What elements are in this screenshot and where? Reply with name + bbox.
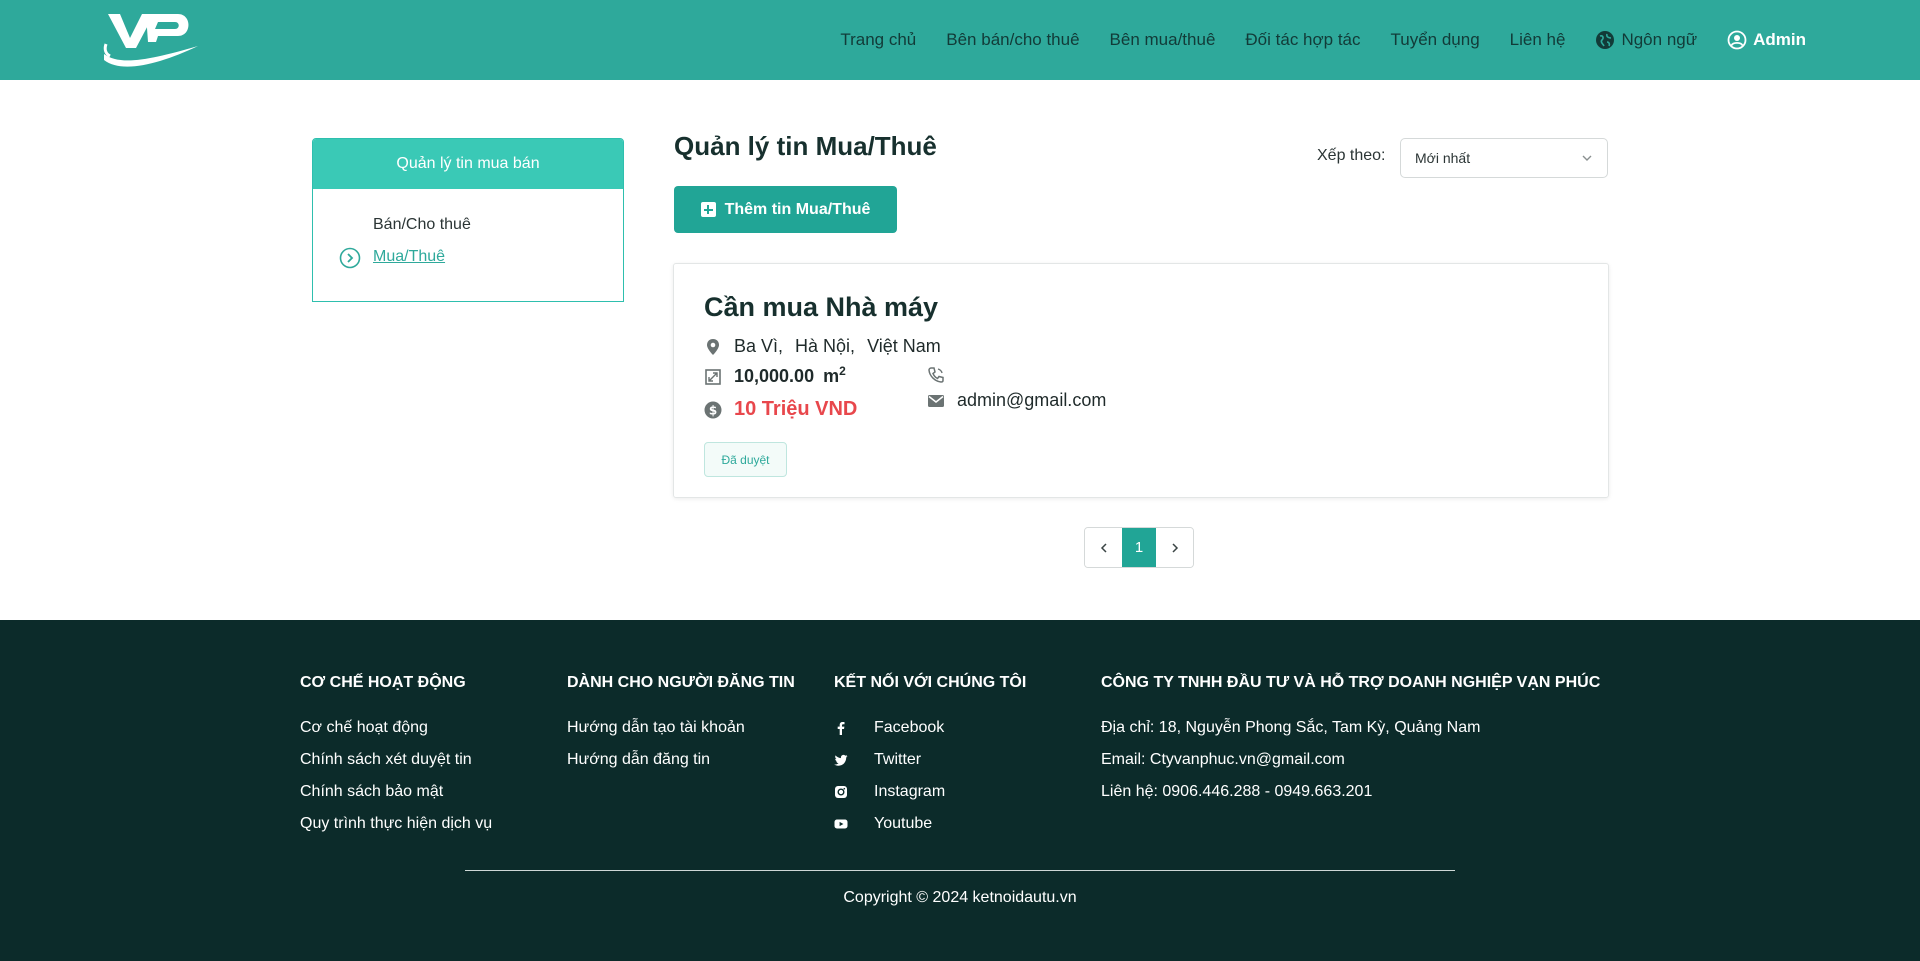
sidebar-title: Quản lý tin mua bán xyxy=(313,139,623,189)
nav-partners[interactable]: Đối tác hợp tác xyxy=(1245,30,1360,50)
add-listing-label: Thêm tin Mua/Thuê xyxy=(724,200,871,218)
email-value: admin@gmail.com xyxy=(957,390,1107,410)
footer-col-posters: DÀNH CHO NGƯỜI ĐĂNG TIN Hướng dẫn tạo tà… xyxy=(567,674,795,776)
area-icon xyxy=(704,368,722,386)
instagram-icon xyxy=(834,785,848,799)
add-listing-button[interactable]: Thêm tin Mua/Thuê xyxy=(674,186,897,233)
listing-card[interactable]: Cần mua Nhà máy Ba Vì, Hà Nội, Việt Nam … xyxy=(673,263,1609,498)
globe-icon xyxy=(1595,30,1615,50)
nav-contact[interactable]: Liên hệ xyxy=(1510,30,1566,50)
footer-heading: DÀNH CHO NGƯỜI ĐĂNG TIN xyxy=(567,674,795,691)
footer-divider xyxy=(465,870,1455,871)
listing-price: $ 10 Triệu VND xyxy=(704,398,857,421)
social-facebook[interactable]: Facebook xyxy=(834,712,1026,744)
status-badge: Đã duyệt xyxy=(704,442,787,477)
user-circle-icon xyxy=(1727,30,1747,50)
social-label: Youtube xyxy=(874,815,933,832)
footer-link[interactable]: Chính sách xét duyệt tin xyxy=(300,744,492,776)
user-menu[interactable]: Admin xyxy=(1727,30,1806,50)
company-phone: Liên hệ: 0906.446.288 - 0949.663.201 xyxy=(1101,783,1373,800)
user-name: Admin xyxy=(1753,30,1806,49)
footer-col-social: KẾT NỐI VỚI CHÚNG TÔI Facebook Twitter I… xyxy=(834,674,1026,840)
company-address: Địa chỉ: 18, Nguyễn Phong Sắc, Tam Kỳ, Q… xyxy=(1101,719,1481,736)
sidebar-item-buy-rent[interactable]: Mua/Thuê xyxy=(373,248,445,266)
social-label: Facebook xyxy=(874,719,945,736)
location-district: Ba Vì, xyxy=(734,336,784,356)
footer-heading: CƠ CHẾ HOẠT ĐỘNG xyxy=(300,674,466,691)
listing-location: Ba Vì, Hà Nội, Việt Nam xyxy=(704,336,941,357)
footer-col-company: CÔNG TY TNHH ĐẦU TƯ VÀ HỖ TRỢ DOANH NGHI… xyxy=(1101,674,1600,808)
area-value: 10,000.00 xyxy=(734,366,815,386)
copyright: Copyright © 2024 ketnoidautu.vn xyxy=(843,889,1077,906)
social-twitter[interactable]: Twitter xyxy=(834,744,1026,776)
chevron-circle-right-icon xyxy=(339,247,361,269)
dollar-circle-icon: $ xyxy=(704,401,722,419)
next-page-button[interactable] xyxy=(1156,528,1193,567)
nav-buyers[interactable]: Bên mua/thuê xyxy=(1110,30,1216,50)
price-value: 10 Triệu VND xyxy=(734,398,858,420)
chevron-down-icon xyxy=(1582,155,1592,161)
svg-text:$: $ xyxy=(709,403,717,417)
nav-sellers[interactable]: Bên bán/cho thuê xyxy=(946,30,1079,50)
area-unit: m xyxy=(823,366,840,386)
language-menu[interactable]: Ngôn ngữ xyxy=(1595,30,1697,50)
location-city: Hà Nội, xyxy=(795,336,856,356)
top-navbar: Trang chủ Bên bán/cho thuê Bên mua/thuê … xyxy=(0,0,1920,80)
page-title: Quản lý tin Mua/Thuê xyxy=(674,131,937,161)
sort-label: Xếp theo: xyxy=(1317,147,1386,164)
page-button[interactable]: 1 xyxy=(1122,528,1156,567)
twitter-icon xyxy=(834,753,848,767)
listing-email: admin@gmail.com xyxy=(927,390,1106,411)
sidebar-item-sell-rent[interactable]: Bán/Cho thuê xyxy=(373,216,471,234)
prev-page-button[interactable] xyxy=(1085,528,1122,567)
listing-area: 10,000.00 m2 xyxy=(704,363,846,387)
envelope-icon xyxy=(927,392,945,410)
listing-phone xyxy=(927,366,957,384)
social-label: Instagram xyxy=(874,783,946,800)
site-logo[interactable] xyxy=(100,8,200,68)
main-nav: Trang chủ Bên bán/cho thuê Bên mua/thuê … xyxy=(810,0,1920,80)
nav-recruitment[interactable]: Tuyển dụng xyxy=(1391,30,1480,50)
language-label: Ngôn ngữ xyxy=(1621,30,1698,49)
plus-square-icon xyxy=(700,202,716,217)
footer: CƠ CHẾ HOẠT ĐỘNG Cơ chế hoạt động Chính … xyxy=(0,620,1920,961)
footer-link[interactable]: Hướng dẫn tạo tài khoản xyxy=(567,712,795,744)
chevron-left-icon xyxy=(1100,542,1107,553)
footer-heading: CÔNG TY TNHH ĐẦU TƯ VÀ HỖ TRỢ DOANH NGHI… xyxy=(1101,674,1601,691)
footer-link[interactable]: Cơ chế hoạt động xyxy=(300,712,492,744)
social-instagram[interactable]: Instagram xyxy=(834,776,1026,808)
facebook-icon xyxy=(834,721,848,735)
location-country: Việt Nam xyxy=(867,336,941,356)
pagination: 1 xyxy=(1084,527,1194,568)
chevron-right-icon xyxy=(1171,542,1178,553)
company-email: Email: Ctyvanphuc.vn@gmail.com xyxy=(1101,751,1345,768)
footer-col-operation: CƠ CHẾ HOẠT ĐỘNG Cơ chế hoạt động Chính … xyxy=(300,674,492,840)
footer-link[interactable]: Hướng dẫn đăng tin xyxy=(567,744,795,776)
social-youtube[interactable]: Youtube xyxy=(834,808,1026,840)
sort-select[interactable]: Mới nhất xyxy=(1400,138,1608,178)
area-unit-sup: 2 xyxy=(839,363,846,378)
footer-link[interactable]: Quy trình thực hiện dịch vụ xyxy=(300,808,492,840)
footer-link[interactable]: Chính sách bảo mật xyxy=(300,776,492,808)
nav-home[interactable]: Trang chủ xyxy=(840,30,916,50)
listing-title[interactable]: Cần mua Nhà máy xyxy=(704,292,938,323)
sidebar: Quản lý tin mua bán Bán/Cho thuê Mua/Thu… xyxy=(312,138,624,302)
map-pin-icon xyxy=(704,338,722,356)
phone-icon xyxy=(927,366,945,384)
footer-heading: KẾT NỐI VỚI CHÚNG TÔI xyxy=(834,674,1027,691)
youtube-icon xyxy=(834,817,848,831)
sort-value: Mới nhất xyxy=(1415,150,1471,166)
social-label: Twitter xyxy=(874,751,922,768)
